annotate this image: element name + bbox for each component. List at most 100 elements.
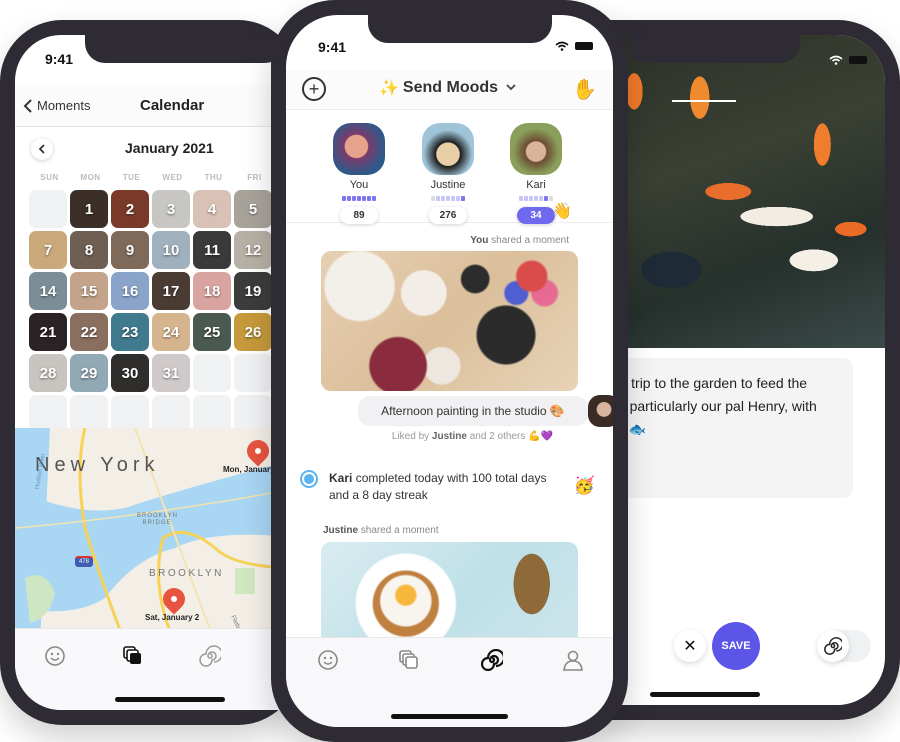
action-bar: ✕ SAVE (600, 622, 885, 672)
add-button[interactable]: + (302, 77, 326, 101)
calendar-header: January 2021 (15, 135, 300, 165)
post-author: You (470, 235, 489, 246)
header: + ✨ Send Moods ✋ (286, 70, 613, 110)
calendar-day[interactable]: 14 (29, 272, 67, 310)
post-meta: You shared a moment (470, 235, 569, 246)
mood-count-badge[interactable]: 276 (429, 207, 467, 224)
avatar[interactable] (510, 123, 562, 175)
calendar-day[interactable]: 26 (234, 313, 272, 351)
calendar-day[interactable]: 12 (234, 231, 272, 269)
map-borough-label: BROOKLYN (149, 568, 224, 579)
chevron-left-icon (38, 144, 45, 154)
calendar-day[interactable]: 17 (152, 272, 190, 310)
home-indicator (650, 692, 760, 697)
calendar-day[interactable]: 18 (193, 272, 231, 310)
tab-spiral[interactable] (480, 648, 504, 672)
toggle-knob (817, 630, 849, 662)
completion-name: Kari (329, 471, 353, 485)
mood-count-badge[interactable]: 34 (517, 207, 555, 224)
likes-line[interactable]: Liked by Justine and 2 others 💪💜 (286, 431, 613, 442)
calendar-day[interactable]: 5 (234, 190, 272, 228)
calendar-day[interactable]: 22 (70, 313, 108, 351)
calendar-screen: 9:41 Moments Calendar January 2021 SUN MO… (15, 35, 300, 710)
friend-name: Kari (526, 179, 546, 191)
weekday-label: THU (204, 173, 223, 182)
status-icons (829, 55, 867, 65)
close-button[interactable]: ✕ (674, 630, 706, 662)
avatar[interactable] (333, 123, 385, 175)
mood-dot (544, 196, 548, 201)
calendar-day[interactable]: 9 (111, 231, 149, 269)
moment-note[interactable]: de a trip to the garden to feed the fish… (600, 358, 853, 498)
mood-count-badge[interactable]: 89 (340, 207, 378, 224)
calendar-day[interactable]: 2 (111, 190, 149, 228)
calendar-day[interactable]: 8 (70, 231, 108, 269)
mood-dot (372, 196, 376, 201)
wifi-icon (829, 55, 843, 65)
calendar-day[interactable]: 1 (70, 190, 108, 228)
send-moods-dropdown[interactable]: ✨ Send Moods (379, 78, 516, 98)
post-author: Justine (323, 525, 359, 536)
calendar-day[interactable]: 25 (193, 313, 231, 351)
notch (85, 35, 285, 63)
calendar-day[interactable]: 11 (193, 231, 231, 269)
tab-profile[interactable] (561, 648, 585, 672)
mood-dot (539, 196, 543, 201)
calendar-day[interactable]: 28 (29, 354, 67, 392)
completion-radio-icon (300, 470, 318, 488)
mood-dot (342, 196, 346, 201)
back-label: Moments (37, 98, 91, 113)
plus-icon: + (308, 79, 320, 99)
notch (628, 35, 800, 63)
mood-dot (456, 196, 460, 201)
map-city-label: New York (35, 454, 160, 476)
calendar-day[interactable]: 15 (70, 272, 108, 310)
avatar[interactable] (588, 395, 613, 427)
calendar-day[interactable]: 30 (111, 354, 149, 392)
calendar-day[interactable]: 7 (29, 231, 67, 269)
friend-item[interactable]: Kari 34 👋 (496, 123, 576, 224)
likes-prefix: Liked by (391, 431, 430, 442)
save-button[interactable]: SAVE (712, 622, 760, 670)
tab-spiral[interactable] (198, 644, 222, 668)
calendar-day[interactable]: 16 (111, 272, 149, 310)
completion-item: Kari completed today with 100 total days… (300, 468, 599, 508)
feed[interactable]: You shared a moment Afternoon painting i… (286, 233, 613, 637)
tab-moods[interactable] (43, 644, 67, 668)
back-button[interactable]: Moments (23, 98, 90, 113)
calendar-day[interactable]: 3 (152, 190, 190, 228)
tab-moods[interactable] (316, 648, 340, 672)
weekday-label: TUE (122, 173, 141, 182)
highway-shield: 478 (75, 556, 93, 567)
mood-dot (451, 196, 455, 201)
post-action: shared a moment (360, 525, 439, 536)
map-view[interactable]: New York BROOKLYN BRIDGE BROOKLYN 478 Hu… (15, 428, 300, 643)
likes-name: Justine (431, 431, 467, 442)
calendar-day[interactable]: 4 (193, 190, 231, 228)
breakfast-photo[interactable] (321, 542, 578, 637)
friend-name: You (349, 179, 369, 191)
tab-moments[interactable] (397, 648, 421, 672)
chevron-left-icon (23, 98, 32, 113)
calendar-day[interactable]: 31 (152, 354, 190, 392)
calendar-day[interactable]: 10 (152, 231, 190, 269)
party-face-icon: 🥳 (573, 476, 595, 495)
calendar-day-empty (234, 354, 272, 392)
phone-moment-detail: de a trip to the garden to feed the fish… (600, 20, 900, 720)
spiral-toggle[interactable] (817, 630, 871, 662)
calendar-day[interactable]: 29 (70, 354, 108, 392)
mood-dot (519, 196, 523, 201)
calendar-day[interactable]: 23 (111, 313, 149, 351)
mood-dot (441, 196, 445, 201)
tab-moments[interactable] (121, 644, 145, 668)
painting-photo[interactable] (321, 251, 578, 391)
calendar-day[interactable]: 21 (29, 313, 67, 351)
calendar-day[interactable]: 19 (234, 272, 272, 310)
calendar-day[interactable]: 24 (152, 313, 190, 351)
previous-month-button[interactable] (31, 138, 53, 160)
friend-item[interactable]: You 89 (319, 123, 399, 224)
friend-item[interactable]: Justine 276 (408, 123, 488, 224)
avatar[interactable] (422, 123, 474, 175)
wave-button[interactable]: ✋ (572, 77, 597, 102)
profile-icon (563, 650, 583, 671)
